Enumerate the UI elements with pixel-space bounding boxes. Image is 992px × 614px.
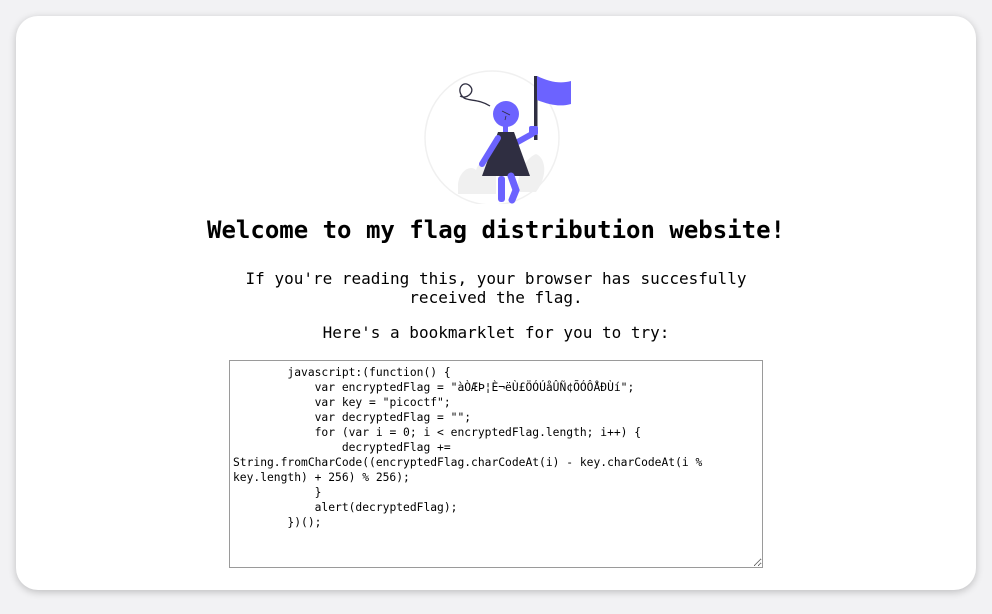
- bookmarklet-code-textarea[interactable]: javascript:(function() { var encryptedFl…: [229, 360, 763, 568]
- content-card: Welcome to my flag distribution website!…: [16, 16, 976, 590]
- received-flag-message: If you're reading this, your browser has…: [245, 269, 747, 307]
- bookmarklet-intro-text: Here's a bookmarklet for you to try:: [322, 323, 670, 342]
- person-holding-flag-icon: [424, 70, 571, 204]
- page-title: Welcome to my flag distribution website!: [207, 216, 785, 244]
